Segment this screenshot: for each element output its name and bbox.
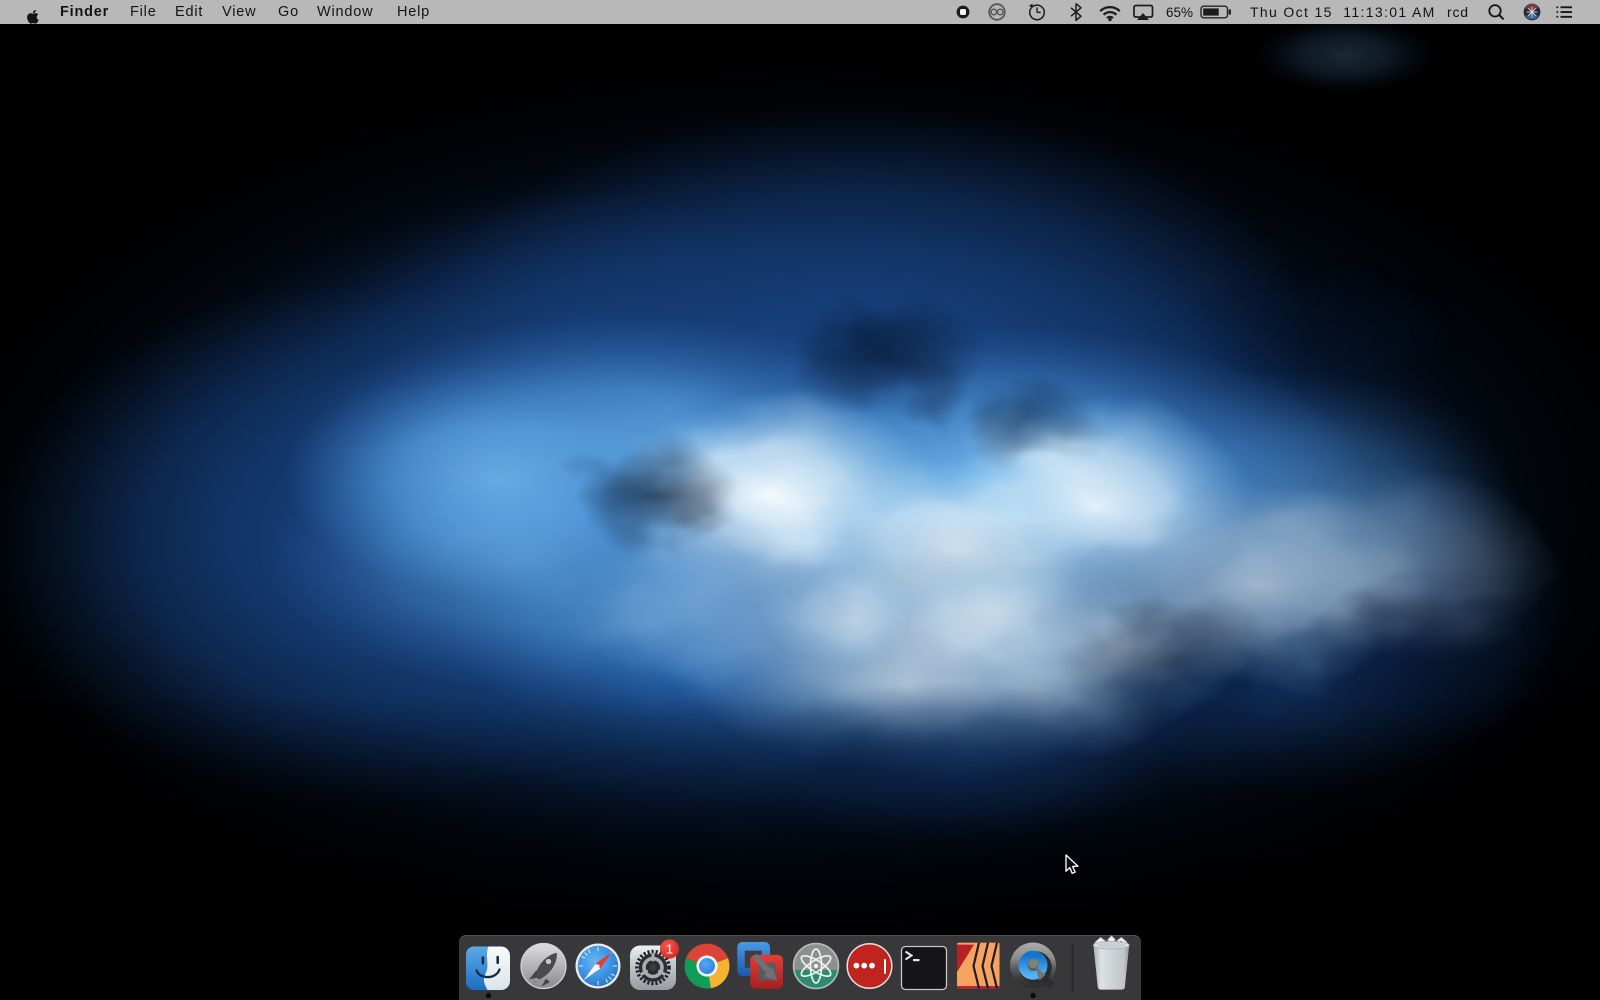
- svg-text:1: 1: [666, 942, 673, 957]
